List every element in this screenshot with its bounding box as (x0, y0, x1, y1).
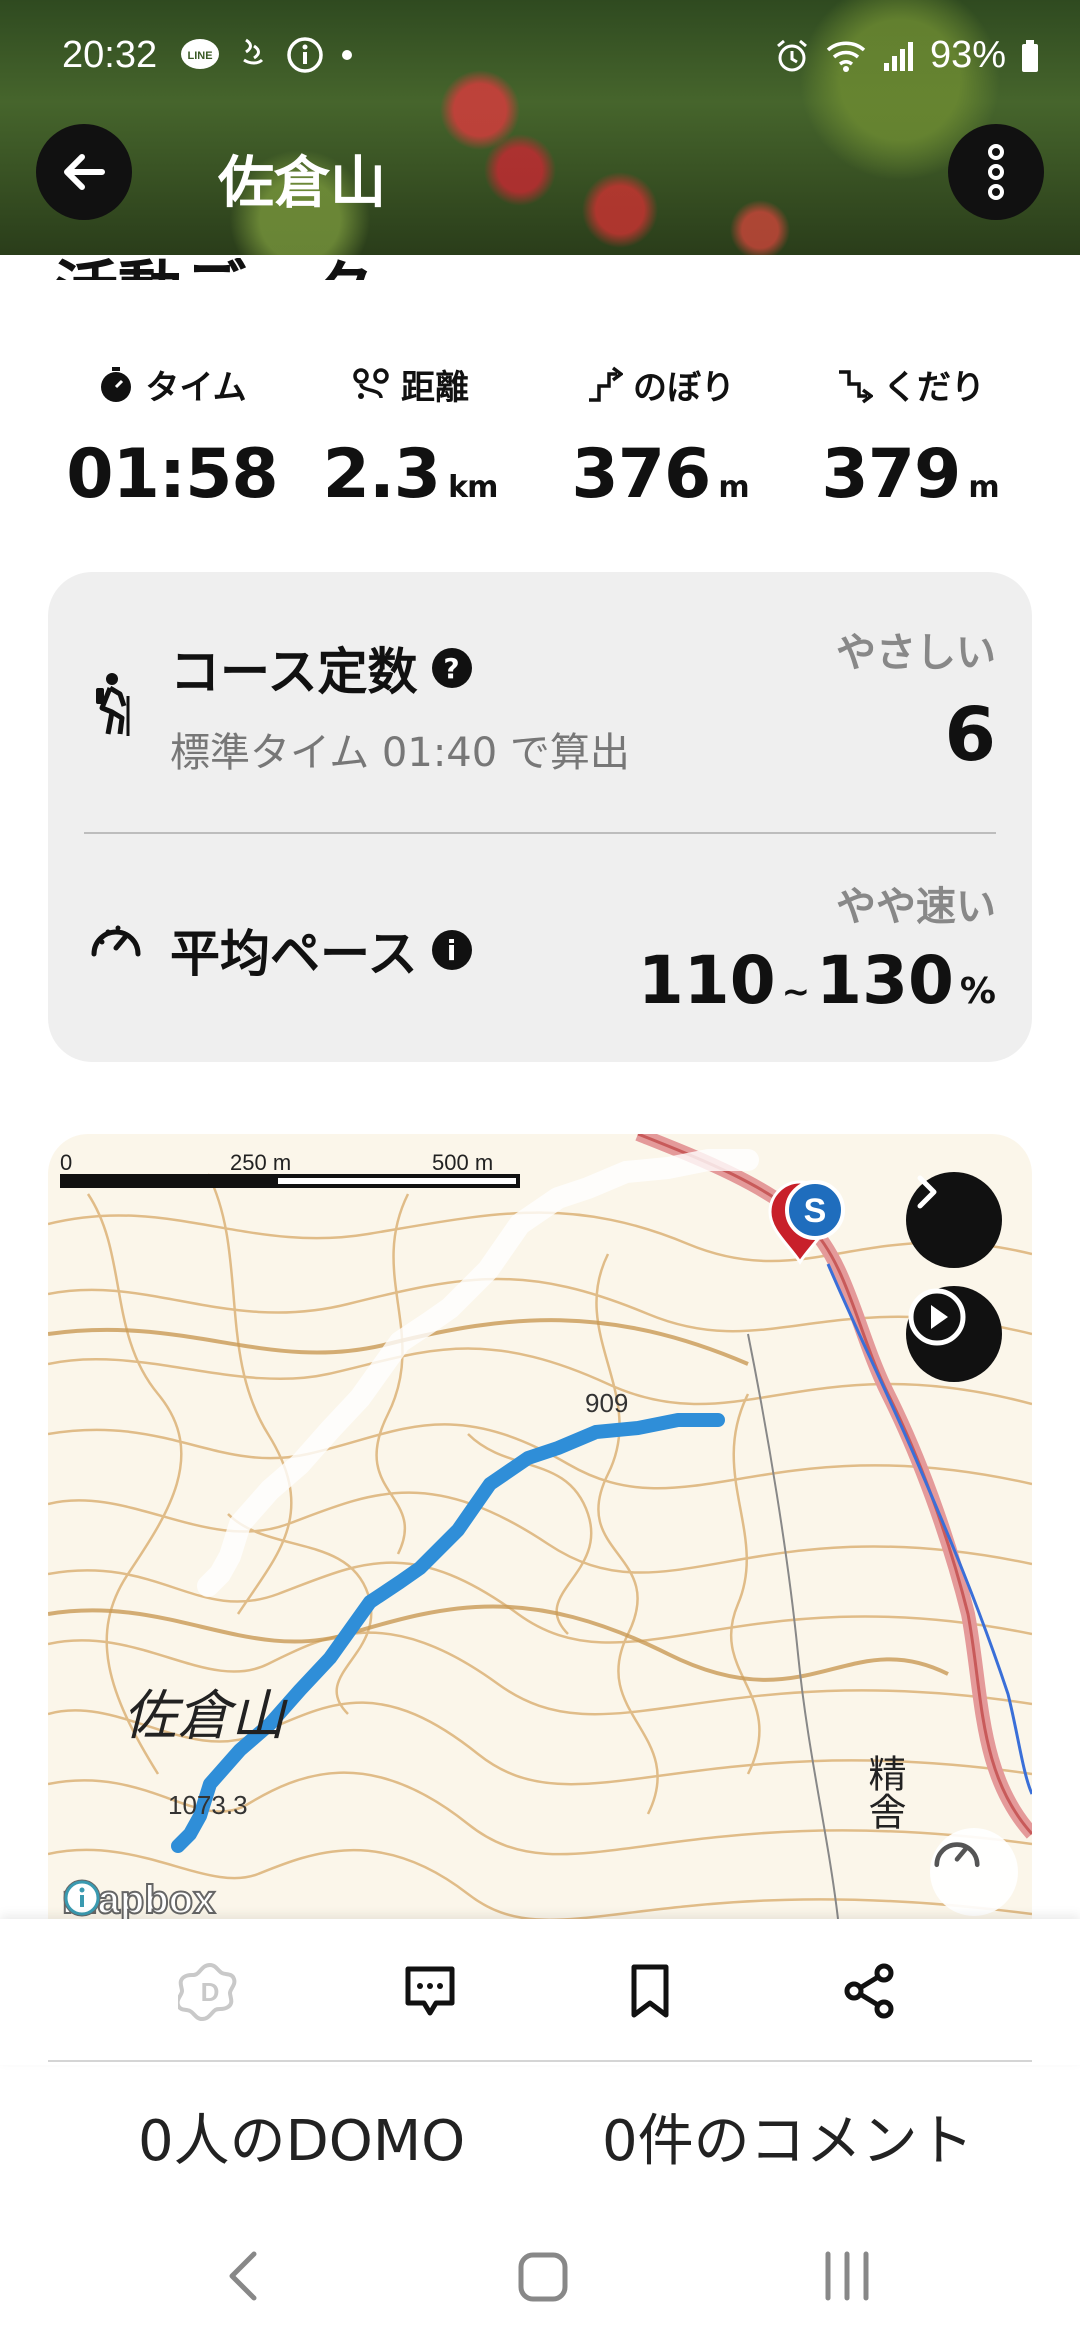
header: 20:32 LINE 93% 佐倉山 (0, 0, 1080, 255)
summit-label: 1073.3 (168, 1790, 248, 1820)
pace-level-label: やや速い (836, 884, 996, 930)
hiker-icon (96, 673, 130, 736)
route-track (171, 1413, 725, 1853)
domo-icon: D (178, 1962, 237, 2022)
course-constant-subtitle: 標準タイム 01:40 で算出 (170, 730, 630, 776)
pace-max: 130 (816, 942, 954, 1019)
route-map[interactable]: 909 佐倉山 1073.3 精舎 S 0 250 m 500 m mapbox (48, 1134, 1032, 1919)
descent-icon (839, 369, 873, 403)
info-icon[interactable]: i (431, 930, 472, 970)
actions-divider (48, 2060, 1032, 2062)
share-icon (844, 1963, 894, 2019)
status-time: 20:32 (62, 34, 158, 76)
system-nav-bar (0, 2220, 1080, 2340)
svg-text:LINE: LINE (187, 50, 212, 62)
course-constant-value: 6 (944, 692, 997, 778)
domo-button[interactable]: D (170, 1951, 250, 2031)
comment-icon (405, 1966, 455, 2016)
page-title: 佐倉山 (218, 151, 386, 216)
stat-time: タイム 01:58 (52, 360, 292, 514)
stat-distance-label: 距離 (401, 368, 469, 408)
dot-icon (342, 50, 352, 60)
stat-ascent-unit: m (718, 470, 749, 505)
chevron-right-icon (917, 1175, 937, 1209)
course-info-card: コース定数 ? 標準タイム 01:40 で算出 やさしい 6 平均ペース i や… (48, 572, 1032, 1062)
stat-distance: 距離 2.3 km (290, 360, 530, 514)
stat-descent-label: くだり (883, 368, 985, 408)
course-constant-row[interactable]: コース定数 ? 標準タイム 01:40 で算出 やさしい 6 (48, 572, 1032, 832)
pace-tilde: ~ (781, 972, 811, 1012)
digital-wellbeing-icon (243, 38, 264, 65)
map-open-button[interactable] (906, 1172, 1002, 1268)
topographic-map[interactable]: 909 佐倉山 1073.3 精舎 S (48, 1134, 1032, 1919)
place-name-label: 佐倉山 (123, 1684, 288, 1747)
scale-label-250: 250 m (230, 1150, 292, 1175)
stat-descent-value: 379 (821, 435, 961, 514)
average-pace-title: 平均ペース (170, 925, 418, 983)
share-button[interactable] (830, 1951, 910, 2031)
speedometer-icon (934, 1842, 980, 1868)
temple-label: 精舎 (862, 1754, 906, 1830)
nav-recents-button[interactable] (820, 2246, 874, 2310)
stat-ascent-value: 376 (571, 435, 711, 514)
comment-count[interactable]: 0件のコメント (602, 2096, 974, 2177)
stat-descent: くだり 379 m (790, 360, 1030, 514)
back-button[interactable] (36, 124, 132, 220)
start-marker-label: S (804, 1192, 827, 1230)
timer-icon (101, 366, 132, 402)
average-pace-row[interactable]: 平均ペース i やや速い 110 ~ 130 % (48, 834, 1032, 1062)
svg-text:D: D (201, 1977, 220, 2007)
bookmark-button[interactable] (610, 1951, 690, 2031)
nav-home-icon (518, 2252, 568, 2302)
route-icon (353, 367, 389, 399)
battery-icon (1022, 39, 1038, 72)
line-icon: LINE (181, 39, 219, 69)
nav-back-icon (229, 2251, 257, 2301)
stat-descent-unit: m (968, 470, 999, 505)
scale-label-500: 500 m (432, 1150, 494, 1175)
ascent-icon (589, 366, 623, 402)
map-play-button[interactable] (906, 1286, 1002, 1382)
signal-icon (883, 41, 913, 71)
arrow-left-icon (64, 154, 105, 190)
alarm-icon (776, 39, 807, 71)
more-vertical-icon (988, 144, 1004, 200)
wifi-icon (826, 41, 866, 72)
nav-back-button[interactable] (222, 2246, 262, 2310)
status-bar: 20:32 LINE 93% (0, 22, 1080, 92)
stat-time-value: 01:58 (66, 435, 278, 514)
course-constant-title: コース定数 (170, 643, 418, 701)
more-options-button[interactable] (948, 124, 1044, 220)
speedometer-icon (91, 925, 141, 957)
nav-recents-icon (825, 2251, 869, 2301)
attribution-info-icon[interactable] (62, 1878, 102, 1918)
average-pace-value: 110 ~ 130 % (638, 942, 996, 1019)
stat-ascent-label: のぼり (633, 368, 735, 408)
stat-distance-unit: km (448, 470, 498, 505)
pace-min: 110 (637, 942, 776, 1019)
help-icon[interactable]: ? (431, 648, 472, 688)
bookmark-icon (631, 1964, 669, 2018)
stat-time-label: タイム (145, 368, 247, 408)
nav-home-button[interactable] (516, 2246, 570, 2310)
mapbox-attribution[interactable]: mapbox (61, 1877, 216, 1919)
difficulty-label: やさしい (836, 630, 996, 676)
pace-map-button[interactable] (930, 1828, 1018, 1916)
info-icon (287, 37, 323, 73)
scale-label-0: 0 (60, 1150, 73, 1175)
battery-percent: 93% (929, 34, 1006, 76)
comment-button[interactable] (390, 1951, 470, 2031)
stat-distance-value: 2.3 (322, 435, 441, 514)
domo-count[interactable]: 0人のDOMO (138, 2096, 465, 2177)
action-bar: D (0, 1919, 1080, 2065)
stat-ascent: のぼり 376 m (540, 360, 780, 514)
play-icon (908, 1288, 966, 1346)
pace-unit: % (959, 971, 996, 1012)
contour-label: 909 (585, 1388, 628, 1418)
